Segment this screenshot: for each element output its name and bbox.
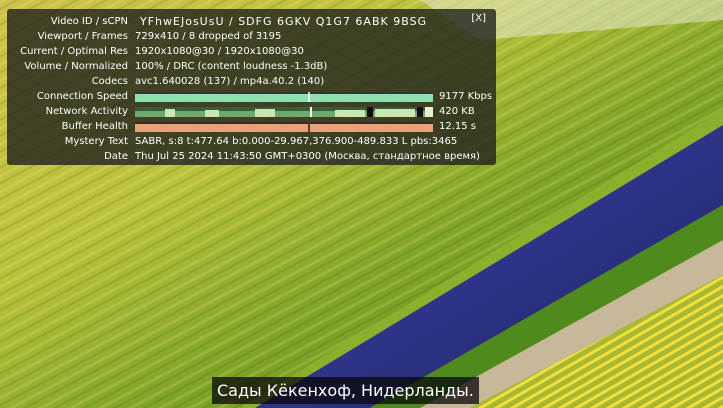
connection-speed-graph: [135, 92, 433, 102]
stats-row-volume: Volume / Normalized 100% / DRC (content …: [7, 59, 496, 74]
stats-label: Current / Optimal Res: [20, 46, 128, 57]
stats-row-video-id: Video ID / sCPN YFhwEJosUsU / SDFG 6GKV …: [7, 14, 496, 29]
stats-value: avc1.640028 (137) / mp4a.40.2 (140): [135, 76, 325, 87]
stats-row-network-activity: Network Activity 420 KB: [7, 104, 496, 119]
connection-speed-fill: [135, 94, 433, 102]
stats-label: Mystery Text: [64, 136, 128, 147]
stats-label: Buffer Health: [61, 121, 128, 132]
stats-row-connection-speed: Connection Speed 9177 Kbps: [7, 89, 496, 104]
stats-row-buffer-health: Buffer Health 12.15 s: [7, 119, 496, 134]
network-activity-graph: [135, 107, 433, 117]
stats-row-codecs: Codecs avc1.640028 (137) / mp4a.40.2 (14…: [7, 74, 496, 89]
stats-row-mystery-text: Mystery Text SABR, s:8 t:477.64 b:0.000-…: [7, 134, 496, 149]
subtitle-caption: Сады Кёкенхоф, Нидерланды.: [212, 377, 479, 404]
stats-label: Connection Speed: [36, 91, 128, 102]
stats-label: Network Activity: [45, 106, 128, 117]
stats-value: 729x410 / 8 dropped of 3195: [135, 31, 282, 42]
stats-label: Date: [104, 151, 128, 162]
stats-value: 12.15 s: [439, 121, 477, 132]
stats-label: Volume / Normalized: [24, 61, 128, 72]
stats-value: 420 KB: [439, 106, 475, 117]
stats-value: 1920x1080@30 / 1920x1080@30: [135, 46, 304, 57]
stats-label: Video ID / sCPN: [50, 16, 128, 27]
stats-for-nerds-panel: [X] Video ID / sCPN YFhwEJosUsU / SDFG 6…: [7, 9, 496, 165]
buffer-health-fill: [135, 124, 433, 132]
stats-value: YFhwEJosUsU / SDFG 6GKV Q1G7 6ABK 9BSG: [140, 15, 428, 28]
stats-value: Thu Jul 25 2024 11:43:50 GMT+0300 (Москв…: [135, 151, 480, 162]
stats-value: 100% / DRC (content loudness -1.3dB): [135, 61, 328, 72]
stats-value: 9177 Kbps: [439, 91, 493, 102]
stats-row-date: Date Thu Jul 25 2024 11:43:50 GMT+0300 (…: [7, 149, 496, 164]
stats-label: Codecs: [91, 76, 128, 87]
stats-value: SABR, s:8 t:477.64 b:0.000-29.967,376.90…: [135, 136, 458, 147]
stats-row-resolution: Current / Optimal Res 1920x1080@30 / 192…: [7, 44, 496, 59]
stats-label: Viewport / Frames: [37, 31, 128, 42]
buffer-health-graph: [135, 122, 433, 132]
stats-row-viewport: Viewport / Frames 729x410 / 8 dropped of…: [7, 29, 496, 44]
